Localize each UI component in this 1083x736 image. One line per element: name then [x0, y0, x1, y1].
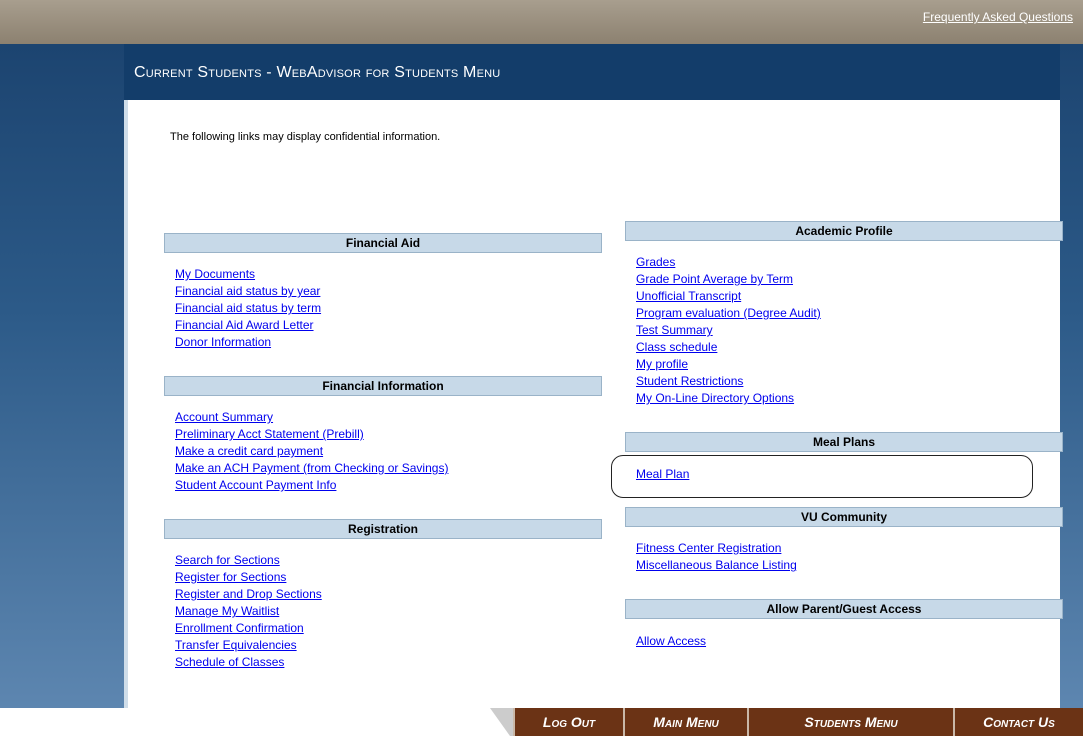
link-student-restrictions[interactable]: Student Restrictions [636, 373, 821, 390]
link-student-account-payment-info[interactable]: Student Account Payment Info [175, 477, 448, 494]
link-donor-information[interactable]: Donor Information [175, 334, 321, 351]
link-unofficial-transcript[interactable]: Unofficial Transcript [636, 288, 821, 305]
section-header-allow-parent-guest-access: Allow Parent/Guest Access [625, 599, 1063, 619]
right-gradient-bar [1060, 44, 1083, 708]
contact-us-button[interactable]: Contact Us [953, 708, 1083, 736]
confidential-notice: The following links may display confiden… [170, 131, 441, 143]
page-title: Current Students - WebAdvisor for Studen… [134, 64, 501, 81]
link-financial-aid-award-letter[interactable]: Financial Aid Award Letter [175, 317, 321, 334]
link-search-for-sections[interactable]: Search for Sections [175, 552, 322, 569]
students-menu-button[interactable]: Students Menu [747, 708, 953, 736]
link-gpa-by-term[interactable]: Grade Point Average by Term [636, 271, 821, 288]
link-financial-aid-status-by-year[interactable]: Financial aid status by year [175, 283, 321, 300]
link-make-ach-payment[interactable]: Make an ACH Payment (from Checking or Sa… [175, 460, 448, 477]
section-header-registration: Registration [164, 519, 602, 539]
financial-information-links: Account Summary Preliminary Acct Stateme… [175, 409, 448, 494]
link-financial-aid-status-by-term[interactable]: Financial aid status by term [175, 300, 321, 317]
faq-link[interactable]: Frequently Asked Questions [923, 10, 1073, 24]
link-preliminary-acct-statement[interactable]: Preliminary Acct Statement (Prebill) [175, 426, 448, 443]
link-online-directory-options[interactable]: My On-Line Directory Options [636, 390, 821, 407]
link-make-credit-card-payment[interactable]: Make a credit card payment [175, 443, 448, 460]
academic-profile-links: Grades Grade Point Average by Term Unoff… [636, 254, 821, 407]
link-my-documents[interactable]: My Documents [175, 266, 321, 283]
link-my-profile[interactable]: My profile [636, 356, 821, 373]
link-class-schedule[interactable]: Class schedule [636, 339, 821, 356]
financial-aid-links: My Documents Financial aid status by yea… [175, 266, 321, 351]
section-header-financial-aid: Financial Aid [164, 233, 602, 253]
link-fitness-center-registration[interactable]: Fitness Center Registration [636, 540, 797, 557]
section-header-academic-profile: Academic Profile [625, 221, 1063, 241]
link-account-summary[interactable]: Account Summary [175, 409, 448, 426]
link-test-summary[interactable]: Test Summary [636, 322, 821, 339]
link-transfer-equivalencies[interactable]: Transfer Equivalencies [175, 637, 322, 654]
section-header-financial-information: Financial Information [164, 376, 602, 396]
meal-plans-links: Meal Plan [636, 466, 689, 483]
link-register-for-sections[interactable]: Register for Sections [175, 569, 322, 586]
top-bar: Frequently Asked Questions [0, 0, 1083, 44]
vu-community-links: Fitness Center Registration Miscellaneou… [636, 540, 797, 574]
link-manage-my-waitlist[interactable]: Manage My Waitlist [175, 603, 322, 620]
link-grades[interactable]: Grades [636, 254, 821, 271]
link-schedule-of-classes[interactable]: Schedule of Classes [175, 654, 322, 671]
logout-button[interactable]: Log Out [513, 708, 623, 736]
section-header-vu-community: VU Community [625, 507, 1063, 527]
left-gradient-bar [0, 44, 124, 708]
registration-links: Search for Sections Register for Section… [175, 552, 322, 671]
allow-access-links: Allow Access [636, 633, 706, 650]
link-meal-plan[interactable]: Meal Plan [636, 466, 689, 483]
link-register-and-drop-sections[interactable]: Register and Drop Sections [175, 586, 322, 603]
page-header: Current Students - WebAdvisor for Studen… [124, 44, 1060, 100]
link-miscellaneous-balance-listing[interactable]: Miscellaneous Balance Listing [636, 557, 797, 574]
section-header-meal-plans: Meal Plans [625, 432, 1063, 452]
main-menu-button[interactable]: Main Menu [623, 708, 747, 736]
link-allow-access[interactable]: Allow Access [636, 633, 706, 650]
link-program-evaluation[interactable]: Program evaluation (Degree Audit) [636, 305, 821, 322]
link-enrollment-confirmation[interactable]: Enrollment Confirmation [175, 620, 322, 637]
